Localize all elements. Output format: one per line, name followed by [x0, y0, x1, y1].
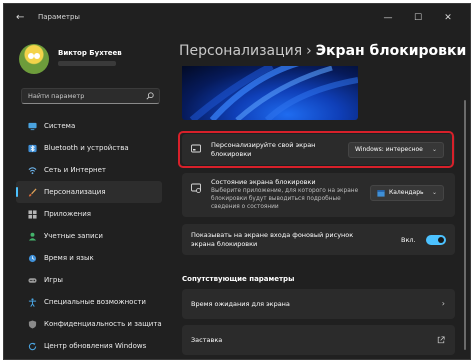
status-desc-line3: сведения о состоянии — [211, 204, 279, 210]
sidebar-item-windows-update[interactable]: Центр обновления Windows — [16, 335, 162, 357]
sidebar-item-label: Игры — [44, 276, 63, 284]
breadcrumb-parent[interactable]: Персонализация — [179, 43, 302, 59]
monitor-icon — [28, 122, 37, 131]
related-settings-title: Сопутствующие параметры — [182, 275, 295, 283]
sidebar-item-accounts[interactable]: Учетные записи — [16, 225, 162, 247]
lock-screen-status-row[interactable]: Состояние экрана блокировки Выберите при… — [182, 173, 455, 217]
sidebar-item-label: Приложения — [44, 210, 91, 218]
sidebar-item-apps[interactable]: Приложения — [16, 203, 162, 225]
signin-title-line1: Показывать на экране входа фоновый рисун… — [191, 231, 354, 239]
update-icon — [28, 342, 37, 351]
bloom-wallpaper-image — [189, 66, 358, 120]
settings-window: ← Параметры — ☐ ✕ Виктор Бухтеев Найти п… — [3, 3, 471, 360]
gamepad-icon — [28, 278, 37, 283]
sidebar-item-accessibility[interactable]: Специальные возможности — [16, 291, 162, 313]
sidebar-item-personalization[interactable]: Персонализация — [16, 181, 162, 203]
brush-icon — [28, 188, 37, 197]
title-bar: ← Параметры — ☐ ✕ — [4, 4, 470, 32]
status-title: Состояние экрана блокировки — [211, 178, 316, 186]
signin-background-row: Показывать на экране входа фоновый рисун… — [182, 224, 455, 255]
back-button[interactable]: ← — [16, 12, 24, 23]
search-input[interactable]: Найти параметр — [21, 88, 160, 104]
sidebar-nav: Система Bluetooth и устройства Сеть и Ин… — [16, 115, 162, 357]
toggle-state-label: Вкл. — [401, 236, 416, 244]
breadcrumb: Персонализация › Экран блокировки — [179, 43, 466, 59]
close-button[interactable]: ✕ — [438, 10, 458, 26]
status-icon — [191, 183, 201, 193]
sidebar-item-label: Система — [44, 122, 76, 130]
sidebar-item-bluetooth[interactable]: Bluetooth и устройства — [16, 137, 162, 159]
screen-timeout-label: Время ожидания для экрана — [191, 300, 290, 308]
network-icon — [28, 167, 37, 175]
status-dropdown[interactable]: Календарь ⌄ — [370, 185, 444, 201]
apps-icon — [28, 210, 37, 219]
active-indicator — [16, 187, 18, 197]
scrollbar[interactable] — [464, 100, 466, 350]
person-icon — [28, 232, 37, 241]
avatar[interactable] — [19, 44, 49, 74]
sidebar-item-time-language[interactable]: Время и язык — [16, 247, 162, 269]
sidebar-item-label: Персонализация — [44, 188, 106, 196]
page-title: Экран блокировки — [315, 43, 467, 59]
sidebar-item-label: Конфиденциальность и защита — [44, 320, 162, 328]
sidebar-item-network[interactable]: Сеть и Интернет — [16, 159, 162, 181]
highlight-frame — [178, 131, 454, 168]
avatar-eye — [34, 53, 40, 59]
maximize-button[interactable]: ☐ — [408, 10, 428, 26]
external-link-icon — [437, 336, 445, 344]
breadcrumb-separator: › — [306, 43, 312, 59]
accessibility-icon — [28, 298, 37, 307]
search-icon — [146, 92, 154, 100]
sidebar-item-label: Специальные возможности — [44, 298, 146, 306]
sidebar-item-label: Сеть и Интернет — [44, 166, 106, 174]
profile-email-redacted — [58, 61, 116, 66]
screen-saver-row[interactable]: Заставка — [182, 325, 455, 355]
status-desc-line2: блокировки будут выводиться подробные — [211, 196, 341, 202]
profile-name: Виктор Бухтеев — [58, 49, 122, 57]
signin-title-line2: экрана блокировки — [191, 240, 258, 248]
sidebar-item-system[interactable]: Система — [16, 115, 162, 137]
search-placeholder: Найти параметр — [28, 92, 85, 100]
bluetooth-icon — [28, 144, 37, 153]
screen-saver-label: Заставка — [191, 336, 223, 344]
toggle-knob — [438, 237, 444, 243]
lock-screen-preview — [182, 66, 358, 120]
globe-clock-icon — [28, 254, 37, 263]
chevron-down-icon: ⌄ — [431, 189, 437, 196]
window-title: Параметры — [38, 13, 80, 21]
sidebar-item-privacy[interactable]: Конфиденциальность и защита — [16, 313, 162, 335]
signin-background-toggle[interactable] — [426, 235, 446, 245]
minimize-button[interactable]: — — [378, 10, 398, 26]
sidebar-item-label: Учетные записи — [44, 232, 103, 240]
chevron-right-icon: › — [441, 299, 445, 308]
calendar-icon — [377, 190, 385, 197]
screen-timeout-row[interactable]: Время ожидания для экрана › — [182, 289, 455, 319]
sidebar-item-gaming[interactable]: Игры — [16, 269, 162, 291]
sidebar-item-label: Центр обновления Windows — [44, 342, 147, 350]
shield-icon — [28, 320, 37, 329]
status-desc-line1: Выберите приложение, для которого на экр… — [211, 188, 359, 194]
status-dropdown-value: Календарь — [389, 189, 424, 196]
sidebar-item-label: Bluetooth и устройства — [44, 144, 129, 152]
sidebar-item-label: Время и язык — [44, 254, 94, 262]
